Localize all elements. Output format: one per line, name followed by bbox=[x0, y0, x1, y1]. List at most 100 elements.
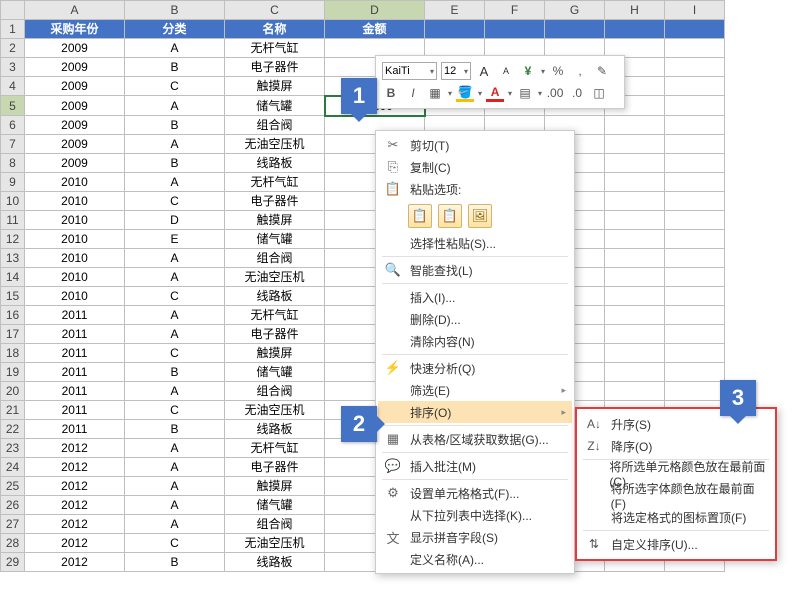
cell[interactable] bbox=[665, 344, 725, 363]
cell[interactable] bbox=[665, 20, 725, 39]
cell[interactable]: 2009 bbox=[25, 96, 125, 116]
cell[interactable]: 2011 bbox=[25, 401, 125, 420]
cell[interactable]: 2011 bbox=[25, 420, 125, 439]
cell[interactable]: 2012 bbox=[25, 515, 125, 534]
cell[interactable] bbox=[665, 382, 725, 401]
cell[interactable]: 2011 bbox=[25, 363, 125, 382]
cell[interactable]: 2010 bbox=[25, 230, 125, 249]
cell[interactable]: 2009 bbox=[25, 77, 125, 96]
menu-filter[interactable]: 筛选(E)▸ bbox=[378, 379, 572, 401]
menu-smart-lookup[interactable]: 🔍智能查找(L) bbox=[378, 259, 572, 281]
col-header-B[interactable]: B bbox=[125, 1, 225, 20]
menu-show-pinyin[interactable]: 文显示拼音字段(S) bbox=[378, 526, 572, 548]
cell[interactable] bbox=[665, 268, 725, 287]
col-header-I[interactable]: I bbox=[665, 1, 725, 20]
cell[interactable]: C bbox=[125, 77, 225, 96]
cell[interactable]: 线路板 bbox=[225, 553, 325, 572]
cell[interactable]: 2011 bbox=[25, 382, 125, 401]
cell[interactable] bbox=[665, 116, 725, 135]
menu-paste-special[interactable]: 选择性粘贴(S)... bbox=[378, 232, 572, 254]
row-header[interactable]: 20 bbox=[1, 382, 25, 401]
row-header[interactable]: 25 bbox=[1, 477, 25, 496]
menu-sort[interactable]: 排序(O)▸ bbox=[378, 401, 572, 423]
cell[interactable] bbox=[665, 306, 725, 325]
cell[interactable] bbox=[605, 116, 665, 135]
cell[interactable]: A bbox=[125, 249, 225, 268]
cell[interactable]: 2012 bbox=[25, 534, 125, 553]
cell[interactable]: 名称 bbox=[225, 20, 325, 39]
cell[interactable]: B bbox=[125, 420, 225, 439]
cell[interactable] bbox=[485, 20, 545, 39]
row-header[interactable]: 18 bbox=[1, 344, 25, 363]
cell[interactable] bbox=[605, 135, 665, 154]
cell[interactable]: B bbox=[125, 58, 225, 77]
cell[interactable] bbox=[665, 135, 725, 154]
cell[interactable]: 无油空压机 bbox=[225, 401, 325, 420]
col-header-H[interactable]: H bbox=[605, 1, 665, 20]
row-header[interactable]: 5 bbox=[1, 96, 25, 116]
cell[interactable]: 2010 bbox=[25, 192, 125, 211]
border-icon[interactable]: ▦ bbox=[426, 84, 444, 102]
cell[interactable]: B bbox=[125, 553, 225, 572]
increase-decimal-icon[interactable]: .0 bbox=[568, 84, 586, 102]
cell[interactable]: A bbox=[125, 173, 225, 192]
cell[interactable]: 无杆气缸 bbox=[225, 39, 325, 58]
col-header-E[interactable]: E bbox=[425, 1, 485, 20]
cell[interactable]: A bbox=[125, 325, 225, 344]
cell[interactable]: D bbox=[125, 211, 225, 230]
cell[interactable]: 组合阀 bbox=[225, 249, 325, 268]
font-family-select[interactable]: KaiTi▾ bbox=[382, 62, 437, 80]
cell[interactable]: 2009 bbox=[25, 135, 125, 154]
cell[interactable]: A bbox=[125, 458, 225, 477]
fill-color-icon[interactable]: 🪣 bbox=[456, 84, 474, 102]
cell[interactable]: 2012 bbox=[25, 496, 125, 515]
font-color-icon[interactable]: A bbox=[486, 84, 504, 102]
col-header-D[interactable]: D bbox=[325, 1, 425, 20]
cell[interactable]: 无油空压机 bbox=[225, 534, 325, 553]
percent-format-icon[interactable]: % bbox=[549, 62, 567, 80]
format-painter-icon[interactable]: ✎ bbox=[593, 62, 611, 80]
cell[interactable]: 无杆气缸 bbox=[225, 306, 325, 325]
cell[interactable]: 2010 bbox=[25, 287, 125, 306]
cell[interactable]: 2010 bbox=[25, 268, 125, 287]
cell[interactable]: 2010 bbox=[25, 211, 125, 230]
row-header[interactable]: 13 bbox=[1, 249, 25, 268]
col-header-C[interactable]: C bbox=[225, 1, 325, 20]
submenu-font-color[interactable]: 将所选字体颜色放在最前面(F) bbox=[579, 484, 773, 506]
cell[interactable]: 无油空压机 bbox=[225, 135, 325, 154]
currency-format-icon[interactable]: ¥ bbox=[519, 62, 537, 80]
menu-clear[interactable]: 清除内容(N) bbox=[378, 330, 572, 352]
paste-option-3[interactable]: 🖼 bbox=[468, 204, 492, 228]
cell[interactable] bbox=[605, 211, 665, 230]
cell[interactable]: 分类 bbox=[125, 20, 225, 39]
cell[interactable]: 电子器件 bbox=[225, 458, 325, 477]
cell[interactable] bbox=[605, 363, 665, 382]
cell[interactable] bbox=[605, 230, 665, 249]
cell[interactable]: 2011 bbox=[25, 325, 125, 344]
cell[interactable]: 2009 bbox=[25, 58, 125, 77]
col-header-A[interactable]: A bbox=[25, 1, 125, 20]
cell[interactable] bbox=[665, 325, 725, 344]
row-header[interactable]: 4 bbox=[1, 77, 25, 96]
cell[interactable]: 2012 bbox=[25, 458, 125, 477]
cell[interactable] bbox=[545, 20, 605, 39]
row-header[interactable]: 15 bbox=[1, 287, 25, 306]
cell[interactable]: 组合阀 bbox=[225, 382, 325, 401]
cell[interactable]: 电子器件 bbox=[225, 325, 325, 344]
comma-format-icon[interactable]: , bbox=[571, 62, 589, 80]
menu-insert[interactable]: 插入(I)... bbox=[378, 286, 572, 308]
menu-copy[interactable]: ⎘复制(C) bbox=[378, 156, 572, 178]
cell[interactable]: C bbox=[125, 534, 225, 553]
cell[interactable]: 触摸屏 bbox=[225, 344, 325, 363]
cell[interactable]: 线路板 bbox=[225, 154, 325, 173]
row-header[interactable]: 24 bbox=[1, 458, 25, 477]
row-header[interactable]: 14 bbox=[1, 268, 25, 287]
cell[interactable]: 储气罐 bbox=[225, 496, 325, 515]
menu-insert-comment[interactable]: 💬插入批注(M) bbox=[378, 455, 572, 477]
menu-from-table[interactable]: ▦从表格/区域获取数据(G)... bbox=[378, 428, 572, 450]
cell[interactable]: 金额 bbox=[325, 20, 425, 39]
cell[interactable] bbox=[605, 306, 665, 325]
cell[interactable]: 2010 bbox=[25, 249, 125, 268]
cell[interactable]: 无杆气缸 bbox=[225, 439, 325, 458]
cell[interactable] bbox=[605, 325, 665, 344]
